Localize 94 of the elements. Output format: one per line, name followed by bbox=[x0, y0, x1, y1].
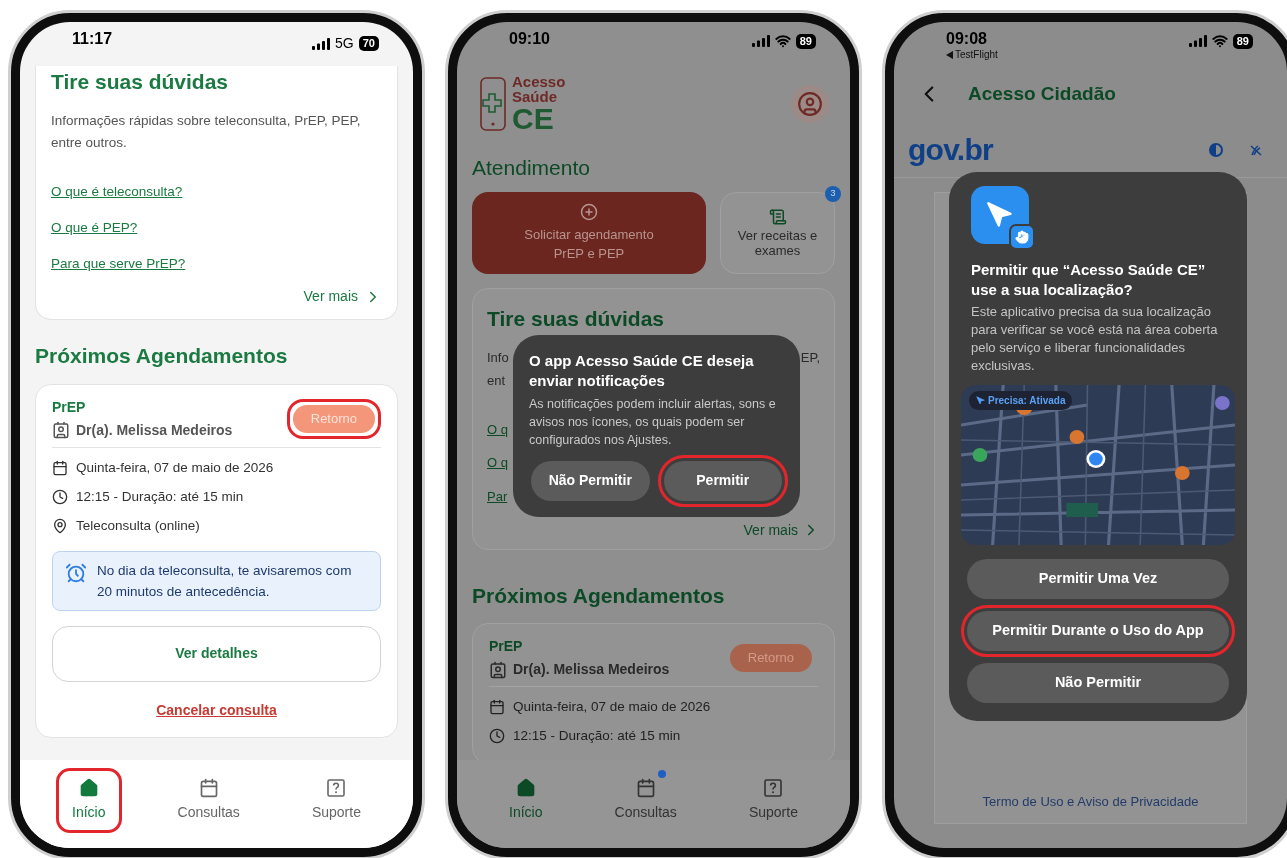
nav-tab[interactable]: Suporte bbox=[738, 774, 808, 827]
help-icon bbox=[326, 778, 347, 798]
nav-tab[interactable]: Início bbox=[62, 774, 116, 827]
alert-button[interactable]: Permitir Uma Vez bbox=[967, 559, 1229, 599]
signal-icon bbox=[1188, 35, 1207, 47]
section-title: Atendimento bbox=[472, 155, 591, 181]
button-label: Solicitar agendamento PrEP e PEP bbox=[523, 225, 655, 263]
calendar-icon bbox=[198, 778, 219, 798]
count-badge: 3 bbox=[825, 185, 841, 202]
doctor-name: Dr(a). Melissa Medeiros bbox=[513, 660, 670, 679]
nav-tab[interactable]: Início bbox=[499, 774, 553, 827]
nav-tab[interactable]: Consultas bbox=[167, 774, 250, 827]
faq-link[interactable]: O q bbox=[487, 419, 508, 439]
section-title: Próximos Agendamentos bbox=[472, 582, 726, 609]
signal-icon bbox=[751, 35, 770, 47]
alert-button[interactable]: Não Permitir bbox=[531, 460, 650, 501]
logo-text: CE bbox=[512, 104, 555, 134]
appointment-type: PrEP bbox=[52, 397, 87, 417]
help-icon bbox=[763, 778, 784, 798]
calendar-icon bbox=[489, 699, 505, 716]
appointment-detail: Quinta-feira, 07 de maio de 2026 bbox=[513, 698, 711, 716]
logo-text: Saúde bbox=[512, 89, 558, 104]
calendar-icon bbox=[52, 459, 68, 476]
hand-icon bbox=[1015, 230, 1029, 244]
logo-text: Acesso bbox=[512, 74, 566, 89]
navigation-arrow-icon bbox=[986, 201, 1014, 229]
dialog-title: Permitir que “Acesso Saúde CE” use a sua localização? bbox=[971, 260, 1207, 300]
back-to-app-link[interactable]: TestFlight bbox=[955, 50, 998, 60]
doctor-name: Dr(a). Melissa Medeiros bbox=[76, 420, 233, 440]
nav-tab[interactable]: Suporte bbox=[301, 774, 371, 827]
section-title: Tire suas dúvidas bbox=[51, 69, 230, 95]
signal-icon bbox=[312, 37, 331, 50]
status-time: 09:08 bbox=[946, 31, 988, 47]
faq-link[interactable]: O que é PEP? bbox=[51, 217, 138, 238]
faq-description: EP, bbox=[800, 349, 820, 367]
doctor-card-icon bbox=[489, 660, 507, 679]
navigation-arrow-icon bbox=[976, 396, 985, 405]
alert-button[interactable]: Permitir Durante o Uso do App bbox=[967, 611, 1229, 651]
faq-description: Info bbox=[487, 349, 509, 367]
appointment-detail: Teleconsulta (online) bbox=[76, 517, 200, 536]
contrast-icon[interactable] bbox=[1209, 142, 1223, 157]
map-pin-icon bbox=[52, 518, 68, 535]
faq-link[interactable]: Para que serve PrEP? bbox=[51, 254, 186, 275]
see-more-link[interactable]: Ver mais bbox=[743, 519, 798, 541]
faq-link[interactable]: Par bbox=[487, 486, 508, 506]
dialog-message: Este aplicativo precisa da sua localização para verificar se você está na área coberta pelo serviço e liberar funcionalidades exclusivas. bbox=[971, 303, 1219, 375]
faq-description: Informações rápidas sobre teleconsulta, PrEP, PEP, entre outros. bbox=[51, 111, 362, 152]
battery-level: 89 bbox=[795, 33, 816, 49]
alert-button[interactable]: Permitir bbox=[663, 460, 782, 501]
back-triangle-icon bbox=[946, 51, 953, 59]
profile-button[interactable] bbox=[791, 85, 829, 123]
status-pill: Retorno bbox=[292, 405, 375, 433]
user-icon bbox=[797, 91, 823, 117]
dialog-message: As notificações podem incluir alertas, sons e avisos nos ícones, os quais podem ser configurados nos Ajustes. bbox=[528, 395, 777, 449]
precision-label: Precisa: Ativada bbox=[988, 394, 1066, 408]
doctor-card-icon bbox=[52, 421, 70, 440]
wifi-icon bbox=[1211, 33, 1228, 49]
see-more-link[interactable]: Ver mais bbox=[303, 286, 358, 308]
status-pill: Retorno bbox=[729, 644, 812, 672]
alarm-clock-icon bbox=[65, 561, 87, 584]
cancel-link[interactable]: Cancelar consulta bbox=[156, 699, 277, 721]
details-button[interactable]: Ver detalhes bbox=[52, 625, 381, 682]
alert-button[interactable]: Não Permitir bbox=[967, 663, 1229, 703]
receipt-icon bbox=[768, 207, 787, 226]
home-icon bbox=[78, 778, 99, 798]
appointment-type: PrEP bbox=[489, 637, 524, 656]
dialog-title: O app Acesso Saúde CE deseja enviar notificações bbox=[528, 350, 755, 391]
section-title: Tire suas dúvidas bbox=[487, 305, 666, 332]
home-icon bbox=[515, 778, 536, 798]
terms-link[interactable]: Termo de Uso e Aviso de Privacidade bbox=[982, 791, 1199, 811]
faq-link[interactable]: O que é teleconsulta? bbox=[51, 181, 183, 202]
wifi-icon bbox=[774, 33, 791, 49]
clock-icon bbox=[489, 728, 505, 745]
section-title: Próximos Agendamentos bbox=[35, 343, 289, 370]
appointment-detail: 12:15 - Duração: até 15 min bbox=[513, 727, 681, 746]
clock-icon bbox=[52, 489, 68, 506]
network-label: 5G bbox=[335, 34, 354, 53]
battery-level: 89 bbox=[1232, 33, 1253, 49]
appointment-detail: Quinta-feira, 07 de maio de 2026 bbox=[76, 458, 274, 477]
calendar-icon bbox=[635, 778, 656, 798]
status-time: 09:10 bbox=[509, 31, 550, 47]
appointment-detail: 12:15 - Duração: até 15 min bbox=[76, 488, 244, 506]
plus-circle-icon bbox=[580, 202, 598, 221]
request-appointment-button[interactable]: Solicitar agendamento PrEP e PEP bbox=[472, 191, 706, 274]
faq-link[interactable]: O q bbox=[487, 453, 508, 473]
faq-description: ent bbox=[487, 371, 506, 390]
reminder-text: No dia da teleconsulta, te avisaremos com 20 minutos de antecedência. bbox=[97, 561, 353, 601]
logo-icon bbox=[478, 76, 508, 132]
page-title: Acesso Cidadão bbox=[968, 81, 1116, 106]
status-time: 11:17 bbox=[72, 31, 113, 47]
battery-level: 70 bbox=[358, 36, 379, 51]
gov-logo: gov.br bbox=[908, 132, 993, 168]
accessibility-icon[interactable] bbox=[1249, 142, 1263, 157]
nav-tab[interactable]: Consultas bbox=[604, 774, 687, 827]
